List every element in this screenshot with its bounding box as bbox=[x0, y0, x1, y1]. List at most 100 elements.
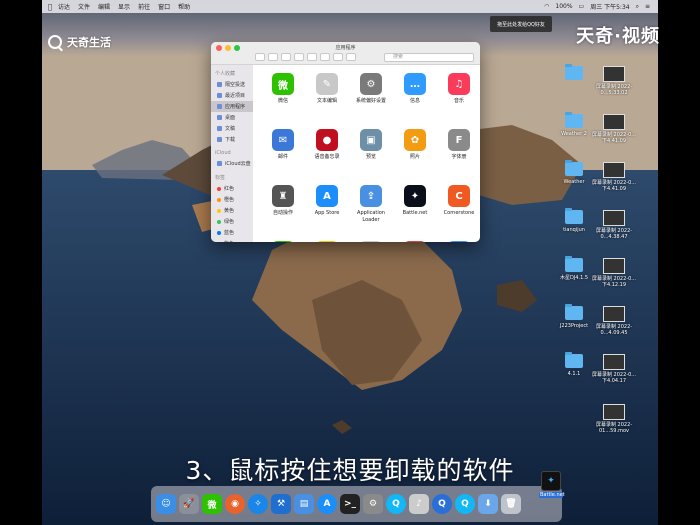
icon-view-button[interactable] bbox=[255, 53, 265, 61]
desktop-recording[interactable]: 屏幕录制 2022-0...5.33.02 bbox=[591, 66, 637, 96]
app-item[interactable]: ● 语音备忘录 bbox=[305, 129, 349, 161]
app-item[interactable]: ✦ Battle.net bbox=[393, 185, 437, 217]
sidebar-item-label: 应用程序 bbox=[225, 104, 246, 110]
share-button[interactable] bbox=[333, 53, 343, 61]
app-item[interactable]: 微微信 bbox=[261, 73, 305, 105]
sidebar-item-applications[interactable]: 应用程序 bbox=[211, 101, 253, 112]
desktop-recording[interactable]: 屏幕录制 2022-0...4.38.47 bbox=[591, 210, 637, 240]
app-item-partial[interactable] bbox=[349, 241, 393, 242]
desktop-recording[interactable]: 屏幕录制 2022-0...下4.12.19 bbox=[591, 258, 637, 288]
desktop-item-label: 屏幕录制 2022-0...5.33.02 bbox=[595, 84, 633, 96]
app-item[interactable]: ♜ 自动操作 bbox=[261, 185, 305, 217]
app-item[interactable]: ✎ 文本编辑 bbox=[305, 73, 349, 105]
wifi-icon[interactable]: ◠ bbox=[544, 3, 549, 10]
folder-icon bbox=[565, 256, 583, 272]
menu-item-window[interactable]: 窗口 bbox=[158, 2, 170, 11]
sidebar-item-icloud-drive[interactable]: iCloud云盘 bbox=[211, 158, 253, 169]
group-button[interactable] bbox=[307, 53, 317, 61]
desktop-recording[interactable]: 屏幕录制 2022-0...下4.41.09 bbox=[591, 162, 637, 192]
menu-item-view[interactable]: 显示 bbox=[118, 2, 130, 11]
sidebar-item-documents[interactable]: 文稿 bbox=[211, 123, 253, 134]
app-item-partial[interactable] bbox=[393, 241, 437, 242]
dock-launchpad-icon[interactable]: 🚀 bbox=[179, 494, 199, 514]
list-view-button[interactable] bbox=[268, 53, 278, 61]
search-icon[interactable]: ⌕ bbox=[636, 3, 639, 11]
apple-icon[interactable]:  bbox=[42, 3, 58, 11]
dock-terminal-icon[interactable]: >_ bbox=[340, 494, 360, 514]
sidebar-tag-item[interactable]: 紫色 bbox=[211, 238, 253, 242]
qq-drop-notice[interactable]: 拖至此处发给QQ好友 bbox=[490, 16, 552, 32]
app-label: 音乐 bbox=[453, 98, 464, 104]
app-item[interactable]: ♫ 音乐 bbox=[437, 73, 480, 105]
menu-item-finder[interactable]: 访达 bbox=[58, 2, 70, 11]
app-label: App Store bbox=[314, 210, 340, 216]
dock-qq-2-icon[interactable]: Q bbox=[455, 494, 475, 514]
dock-files-icon[interactable]: ▤ bbox=[294, 494, 314, 514]
app-item[interactable]: ✿ 照片 bbox=[393, 129, 437, 161]
app-item[interactable]: C Cornerstone bbox=[437, 185, 480, 217]
dock-quicktime-icon[interactable]: Q bbox=[432, 494, 452, 514]
dock-safari-icon[interactable]: ✧ bbox=[248, 494, 268, 514]
app-item-partial[interactable] bbox=[437, 241, 480, 242]
sidebar-item-downloads[interactable]: 下载 bbox=[211, 134, 253, 145]
dock-mic-icon[interactable]: ♪ bbox=[409, 494, 429, 514]
app-item[interactable]: ⇪ Application Loader bbox=[349, 185, 393, 224]
desktop-item-label: 屏幕录制 2022-0...下4.41.09 bbox=[591, 132, 637, 144]
dock-xcode-icon[interactable]: ⚒ bbox=[271, 494, 291, 514]
desktop-recording[interactable]: 屏幕录制 2022-0...下4.04.17 bbox=[591, 354, 637, 384]
sidebar-tag-item[interactable]: 红色 bbox=[211, 183, 253, 194]
search-input[interactable]: 搜索 bbox=[384, 53, 474, 62]
desktop-recording[interactable]: 屏幕录制 2022-0...4.09.45 bbox=[591, 306, 637, 336]
sidebar-item-recents[interactable]: 最近项目 bbox=[211, 90, 253, 101]
app-item-partial[interactable] bbox=[305, 241, 349, 242]
dock-app-store-icon[interactable]: A bbox=[317, 494, 337, 514]
desktop-item-label: 屏幕录制 2022-0...下4.04.17 bbox=[591, 372, 637, 384]
app-item[interactable]: … 信息 bbox=[393, 73, 437, 105]
app-item[interactable]: F 字体册 bbox=[437, 129, 480, 161]
video-file-icon bbox=[603, 66, 625, 82]
menu-item-go[interactable]: 前往 bbox=[138, 2, 150, 11]
dock-finder-icon[interactable]: ☺ bbox=[156, 494, 176, 514]
finder-titlebar[interactable]: 应用程序 搜索 bbox=[211, 42, 480, 65]
desktop-recording[interactable]: 屏幕录制 2022-0...下4.41.09 bbox=[591, 114, 637, 144]
app-item[interactable]: ✉ 邮件 bbox=[261, 129, 305, 161]
dock-wechat-icon[interactable]: 微 bbox=[202, 494, 222, 514]
menu-item-help[interactable]: 帮助 bbox=[178, 2, 190, 11]
desktop-recording[interactable]: 屏幕录制 2022-01...59.mov bbox=[591, 404, 637, 434]
brand-name: 天奇生活 bbox=[67, 36, 111, 49]
column-view-button[interactable] bbox=[281, 53, 291, 61]
clock[interactable]: 周三 下午5:34 bbox=[590, 2, 629, 11]
dock-firefox-icon[interactable]: ◉ bbox=[225, 494, 245, 514]
desktop-item-label: 屏幕录制 2022-0...4.09.45 bbox=[595, 324, 633, 336]
dock-downloads-icon[interactable]: ⬇ bbox=[478, 494, 498, 514]
sidebar-tag-item[interactable]: 绿色 bbox=[211, 216, 253, 227]
app-item-partial[interactable] bbox=[261, 241, 305, 242]
gallery-view-button[interactable] bbox=[294, 53, 304, 61]
sidebar-item-desktop[interactable]: 桌面 bbox=[211, 112, 253, 123]
battery-percent[interactable]: 100% bbox=[555, 3, 572, 10]
menu-item-file[interactable]: 文件 bbox=[78, 2, 90, 11]
dock-trash-icon[interactable]: 🗑 bbox=[501, 494, 521, 514]
battery-icon[interactable]: ▭ bbox=[579, 3, 585, 10]
menu-item-edit[interactable]: 编辑 bbox=[98, 2, 110, 11]
action-button[interactable] bbox=[320, 53, 330, 61]
app-icon: F bbox=[448, 129, 470, 151]
dragged-app-icon[interactable]: ✦ Battle.net bbox=[539, 471, 565, 498]
sidebar-tag-item[interactable]: 橙色 bbox=[211, 194, 253, 205]
dragged-app-label: Battle.net bbox=[539, 492, 565, 498]
menu-list-icon[interactable]: ≡ bbox=[645, 3, 650, 10]
document-icon bbox=[217, 126, 222, 131]
sidebar-tag-item[interactable]: 蓝色 bbox=[211, 227, 253, 238]
download-icon bbox=[217, 137, 222, 142]
status-area: ◠ 100% ▭ 周三 下午5:34 ⌕ ≡ bbox=[544, 2, 658, 12]
dock-qq-icon[interactable]: Q bbox=[386, 494, 406, 514]
app-item[interactable]: A App Store bbox=[305, 185, 349, 217]
dock-system-preferences-icon[interactable]: ⚙ bbox=[363, 494, 383, 514]
tag-button[interactable] bbox=[346, 53, 356, 61]
sidebar-item-airdrop[interactable]: 隔空投送 bbox=[211, 79, 253, 90]
tag-dot-icon bbox=[217, 241, 221, 242]
app-item[interactable]: ▣ 预览 bbox=[349, 129, 393, 161]
app-item[interactable]: ⚙ 系统偏好设置 bbox=[349, 73, 393, 105]
sidebar-item-label: 隔空投送 bbox=[225, 82, 246, 88]
sidebar-tag-item[interactable]: 黄色 bbox=[211, 205, 253, 216]
